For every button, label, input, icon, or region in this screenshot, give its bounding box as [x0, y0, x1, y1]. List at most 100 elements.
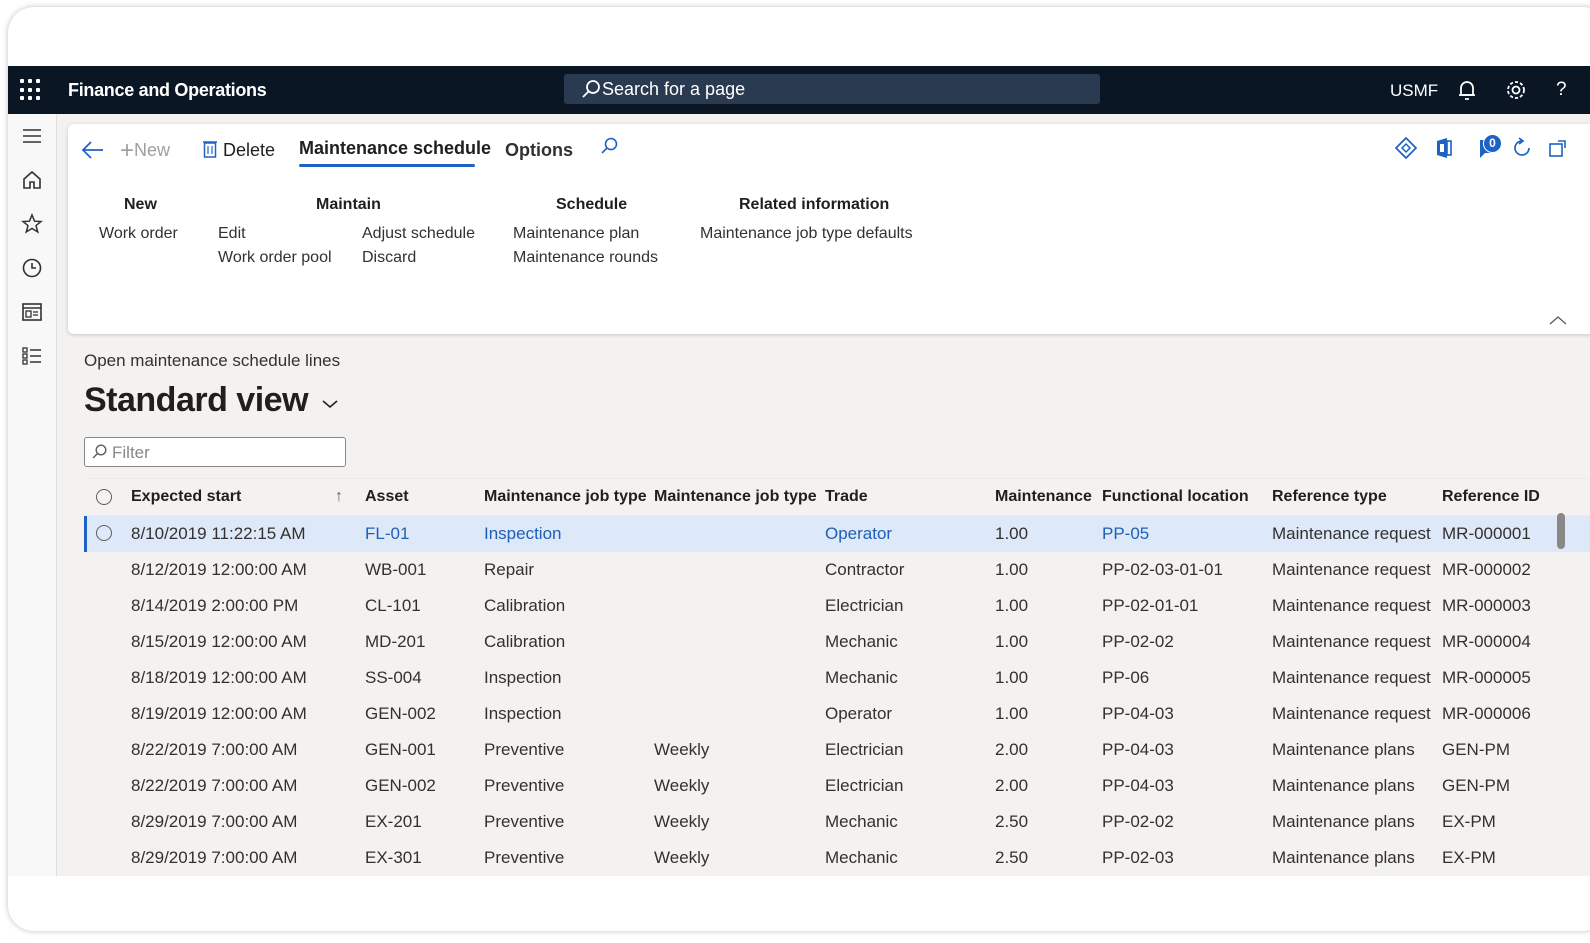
open-in-new-window-icon[interactable]: [1548, 138, 1568, 158]
column-header-maintenance-job-type-variant[interactable]: Maintenance job type: [654, 488, 817, 506]
cell-maintenance: 1.00: [995, 560, 1029, 579]
table-row[interactable]: 8/19/2019 12:00:00 AM GEN-002 Inspection…: [84, 696, 1590, 732]
new-button[interactable]: +New: [120, 137, 170, 165]
column-header-maintenance-job-type[interactable]: Maintenance job type: [484, 488, 649, 506]
column-header-asset[interactable]: Asset: [365, 488, 475, 506]
chevron-down-icon: [322, 400, 338, 409]
company-picker[interactable]: USMF: [1390, 81, 1438, 101]
table-row[interactable]: 8/22/2019 7:00:00 AM GEN-001 Preventive …: [84, 732, 1590, 768]
diamond-icon[interactable]: [1394, 136, 1418, 160]
column-header-expected-start[interactable]: Expected start: [131, 488, 316, 506]
search-placeholder: Search for a page: [602, 79, 746, 99]
gear-icon[interactable]: [1504, 78, 1528, 102]
modules-icon[interactable]: [20, 344, 44, 368]
row-select-radio[interactable]: [96, 525, 112, 541]
cell-job-type: Calibration: [484, 596, 566, 615]
cell-expected-start: 8/29/2019 7:00:00 AM: [131, 848, 298, 867]
refresh-icon[interactable]: [1510, 136, 1534, 160]
filter-input[interactable]: Filter: [84, 437, 346, 467]
grid-header: Expected start ↑ Asset Maintenance job t…: [84, 478, 1590, 516]
menu-item-work-order-pool[interactable]: Work order pool: [218, 249, 332, 267]
cell-asset: WB-001: [365, 560, 427, 579]
cell-trade-link[interactable]: Operator: [825, 524, 985, 544]
table-row[interactable]: 8/14/2019 2:00:00 PM CL-101 Calibration …: [84, 588, 1590, 624]
cell-job-type: Calibration: [484, 632, 566, 651]
cell-reference-id: MR-000001: [1442, 524, 1531, 543]
cell-reference-type: Maintenance plans: [1272, 740, 1415, 759]
cell-maintenance: 1.00: [995, 596, 1029, 615]
hamburger-icon[interactable]: [20, 124, 44, 148]
menu-item-edit[interactable]: Edit: [218, 225, 246, 243]
column-header-reference-id[interactable]: Reference ID: [1442, 488, 1562, 506]
table-row[interactable]: 8/29/2019 7:00:00 AM EX-301 Preventive W…: [84, 840, 1590, 876]
cell-functional-location: PP-02-01-01: [1102, 596, 1199, 615]
search-icon[interactable]: [598, 136, 620, 158]
trash-icon: [203, 141, 217, 158]
cell-functional-location: PP-02-02: [1102, 812, 1174, 831]
grid-scrollbar[interactable]: [1557, 513, 1565, 549]
cell-reference-type: Maintenance plans: [1272, 812, 1415, 831]
cell-reference-id: MR-000004: [1442, 632, 1531, 651]
collapse-chevron-up-icon[interactable]: [1548, 314, 1568, 326]
bell-icon[interactable]: [1456, 78, 1478, 102]
cell-job-type: Preventive: [484, 812, 565, 831]
app: Finance and Operations Search for a page…: [8, 66, 1590, 876]
back-arrow-icon[interactable]: [80, 138, 106, 162]
view-selector[interactable]: Standard view: [84, 381, 339, 420]
table-row[interactable]: 8/29/2019 7:00:00 AM EX-201 Preventive W…: [84, 804, 1590, 840]
notifications-button[interactable]: 0: [1478, 134, 1502, 162]
cell-trade: Electrician: [825, 776, 904, 795]
cell-functional-location-link[interactable]: PP-05: [1102, 524, 1262, 544]
column-header-functional-location[interactable]: Functional location: [1102, 488, 1262, 506]
cell-functional-location: PP-06: [1102, 668, 1150, 687]
table-row[interactable]: 8/22/2019 7:00:00 AM GEN-002 Preventive …: [84, 768, 1590, 804]
table-row[interactable]: 8/10/2019 11:22:15 AM FL-01 Inspection O…: [84, 516, 1590, 552]
column-header-trade[interactable]: Trade: [825, 488, 985, 506]
plus-icon: +: [120, 137, 135, 164]
workspaces-icon[interactable]: [20, 300, 44, 324]
group-title-new: New: [124, 196, 157, 213]
cell-reference-type: Maintenance request: [1272, 560, 1431, 579]
cell-trade: Mechanic: [825, 848, 898, 867]
sort-ascending-icon: ↑: [335, 488, 343, 505]
star-icon[interactable]: [20, 212, 44, 236]
filter-placeholder: Filter: [112, 443, 150, 462]
cell-expected-start: 8/22/2019 7:00:00 AM: [131, 776, 298, 795]
view-name: Standard view: [84, 381, 309, 419]
select-all-radio[interactable]: [96, 489, 112, 505]
cell-job-type-variant: Weekly: [654, 812, 710, 831]
delete-button[interactable]: Delete: [202, 139, 275, 161]
app-title[interactable]: Finance and Operations: [68, 80, 267, 101]
cell-expected-start: 8/18/2019 12:00:00 AM: [131, 668, 307, 687]
search-box[interactable]: Search for a page: [564, 74, 1100, 104]
menu-item-discard[interactable]: Discard: [362, 249, 416, 267]
cell-reference-id: MR-000002: [1442, 560, 1531, 579]
tab-maintenance-schedule[interactable]: Maintenance schedule: [299, 138, 491, 159]
cell-expected-start: 8/15/2019 12:00:00 AM: [131, 632, 307, 651]
table-row[interactable]: 8/15/2019 12:00:00 AM MD-201 Calibration…: [84, 624, 1590, 660]
table-row[interactable]: 8/12/2019 12:00:00 AM WB-001 Repair Cont…: [84, 552, 1590, 588]
office-icon[interactable]: [1434, 136, 1454, 160]
app-launcher-icon[interactable]: [20, 79, 42, 101]
active-tab-indicator: [299, 164, 475, 167]
delete-button-label: Delete: [223, 140, 276, 160]
cell-asset: GEN-002: [365, 704, 436, 723]
menu-item-maintenance-job-type-defaults[interactable]: Maintenance job type defaults: [700, 225, 913, 243]
menu-item-maintenance-rounds[interactable]: Maintenance rounds: [513, 249, 658, 267]
column-header-reference-type[interactable]: Reference type: [1272, 488, 1432, 506]
help-icon[interactable]: ?: [1556, 79, 1567, 101]
column-header-maintenance[interactable]: Maintenance: [995, 488, 1093, 506]
cell-functional-location: PP-04-03: [1102, 704, 1174, 723]
cell-asset-link[interactable]: FL-01: [365, 524, 475, 544]
menu-item-adjust-schedule[interactable]: Adjust schedule: [362, 225, 475, 243]
menu-item-maintenance-plan[interactable]: Maintenance plan: [513, 225, 639, 243]
cell-maintenance: 2.50: [995, 812, 1029, 831]
tab-options[interactable]: Options: [505, 140, 573, 161]
cell-reference-type: Maintenance request: [1272, 524, 1431, 543]
home-icon[interactable]: [20, 168, 44, 192]
cell-job-type-link[interactable]: Inspection: [484, 524, 644, 544]
clock-icon[interactable]: [20, 256, 44, 280]
menu-item-work-order[interactable]: Work order: [99, 225, 178, 243]
table-row[interactable]: 8/18/2019 12:00:00 AM SS-004 Inspection …: [84, 660, 1590, 696]
cell-reference-type: Maintenance request: [1272, 668, 1431, 687]
